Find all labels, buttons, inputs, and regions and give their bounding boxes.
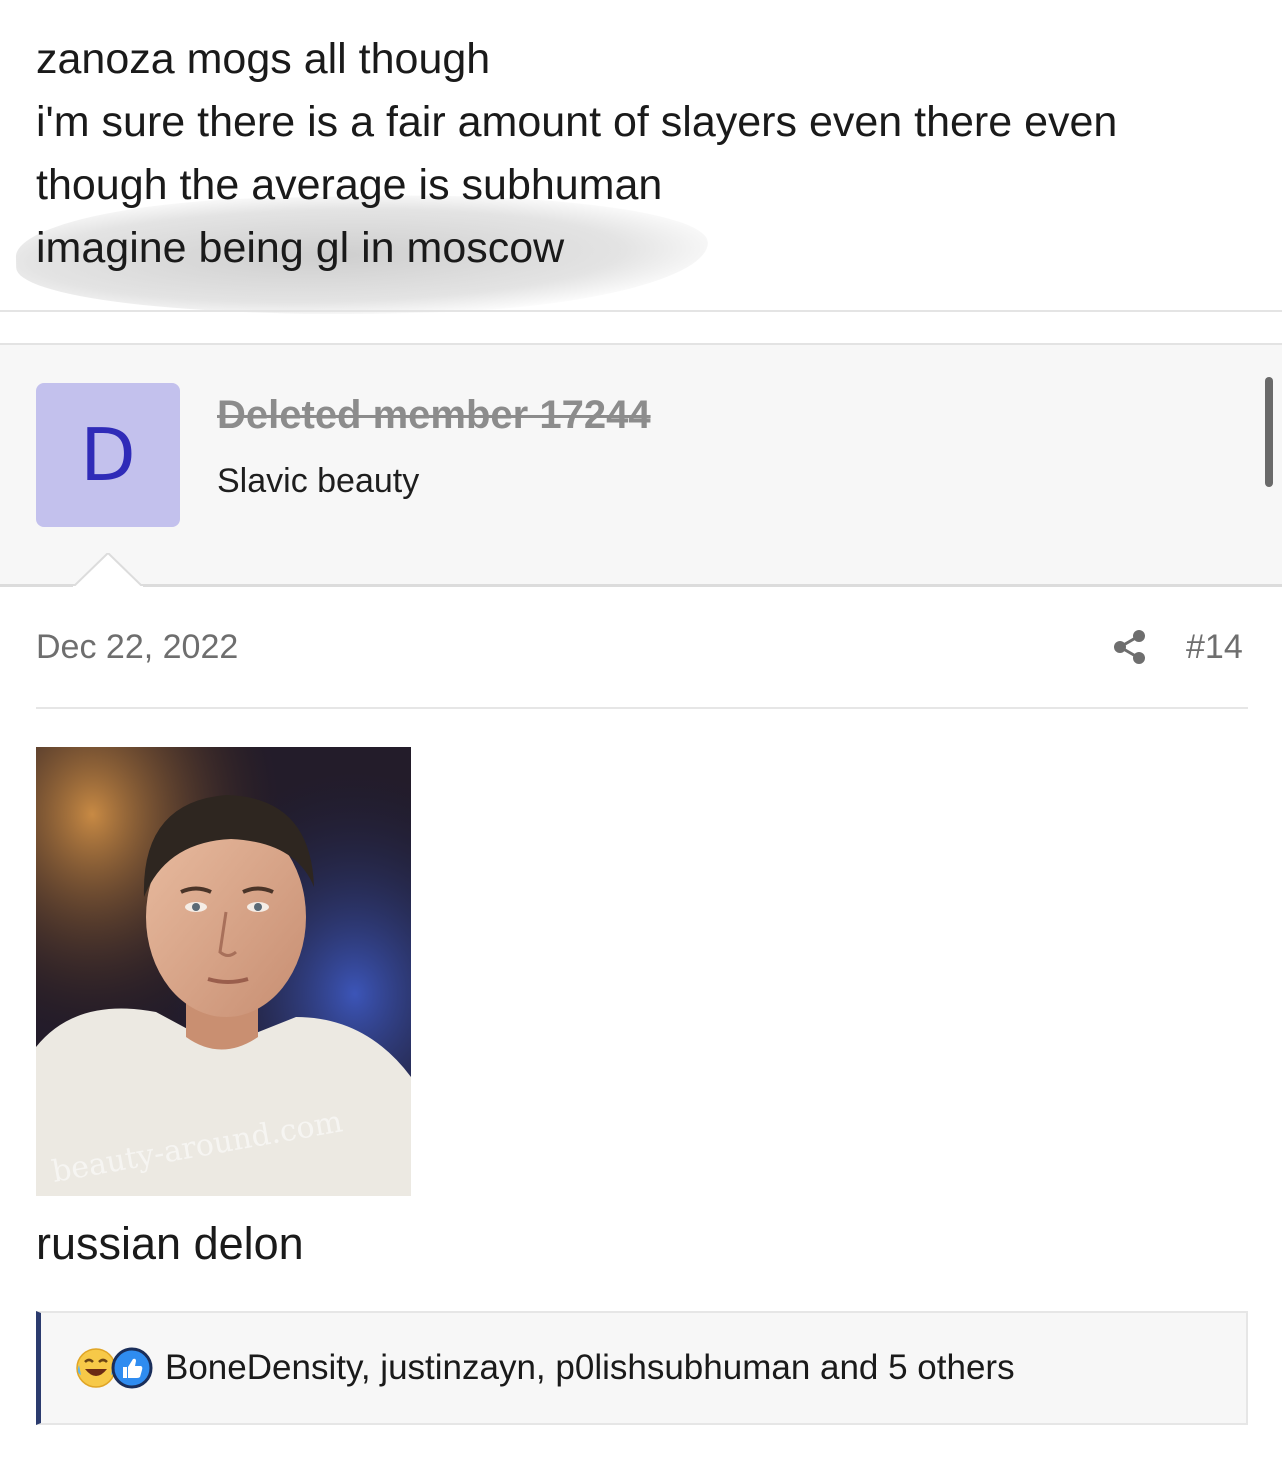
share-icon[interactable] [1112,628,1148,666]
reactions-bar[interactable]: BoneDensity, justinzayn, p0lishsubhuman … [36,1311,1248,1425]
reaction-users-link[interactable]: BoneDensity, justinzayn, p0lishsubhuman … [165,1348,1015,1388]
like-thumbs-up-icon [111,1347,153,1389]
scrollbar[interactable] [1265,377,1273,487]
post-text-line: i'm sure there is a fair amount of slaye… [36,98,1118,146]
post-body-text: russian delon [36,1218,304,1269]
post-image[interactable]: beauty-around.com [36,747,411,1196]
post-text-line: zanoza mogs all though [36,35,491,83]
reaction-icons [75,1347,153,1389]
post-text-line: though the average is subhuman [36,161,663,209]
post-text-line: imagine being gl in moscow [36,224,565,272]
message-arrow [73,553,143,589]
previous-post-body: zanoza mogs all though i'm sure there is… [36,28,1246,280]
avatar[interactable]: D [36,383,180,527]
post-number-link[interactable]: #14 [1186,628,1243,667]
post-divider [0,310,1282,312]
avatar-letter: D [80,413,136,497]
post-author-header: D Deleted member 17244 Slavic beauty [0,343,1282,587]
post-date[interactable]: Dec 22, 2022 [36,628,238,667]
portrait-photo: beauty-around.com [36,747,411,1196]
username[interactable]: Deleted member 17244 [217,393,651,438]
user-title: Slavic beauty [217,462,420,500]
meta-divider [36,707,1248,709]
